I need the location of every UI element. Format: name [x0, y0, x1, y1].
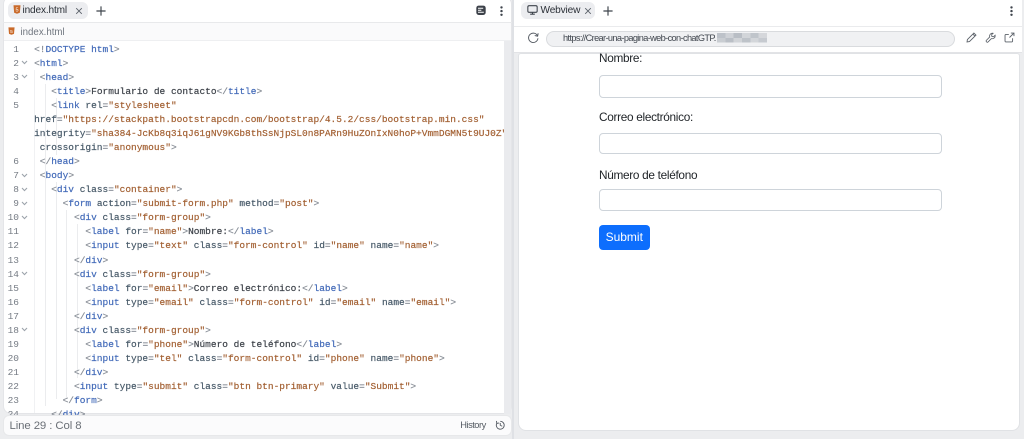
svg-text:5: 5: [10, 29, 13, 35]
svg-text:5: 5: [15, 8, 18, 14]
